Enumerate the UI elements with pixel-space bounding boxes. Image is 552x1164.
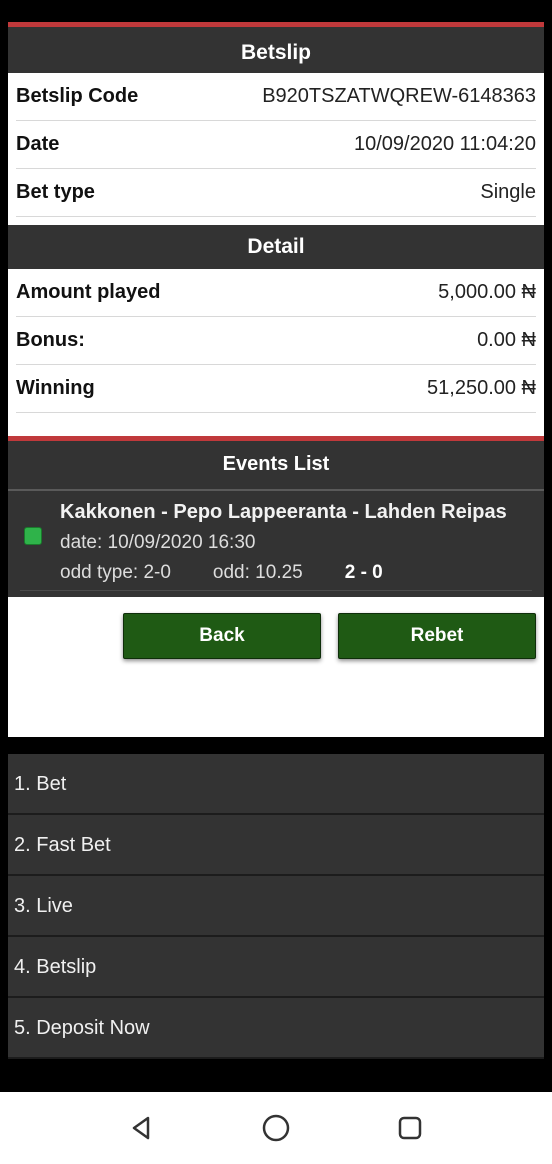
event-date: date: 10/09/2020 16:30 xyxy=(60,532,256,553)
betslip-code-row: Betslip Code B920TSZATWQREW-6148363 xyxy=(16,73,536,121)
bet-type-label: Bet type xyxy=(16,181,95,203)
winning-label: Winning xyxy=(16,377,95,399)
amount-played-label: Amount played xyxy=(16,281,161,303)
bonus-row: Bonus: 0.00 ₦ xyxy=(16,317,536,365)
event-odds: odd type: 2-0 odd: 10.25 2 - 0 xyxy=(60,562,532,584)
action-area: Back Rebet xyxy=(8,597,544,737)
amount-played-value: 5,000.00 ₦ xyxy=(438,281,536,303)
section-divider xyxy=(8,413,544,441)
bonus-value: 0.00 ₦ xyxy=(477,329,536,351)
amount-played-row: Amount played 5,000.00 ₦ xyxy=(16,269,536,317)
recent-apps-square-icon[interactable] xyxy=(396,1114,424,1142)
menu-item-fast-bet[interactable]: 2. Fast Bet xyxy=(8,815,544,876)
event-item[interactable]: Kakkonen - Pepo Lappeeranta - Lahden Rei… xyxy=(8,489,544,597)
event-content: Kakkonen - Pepo Lappeeranta - Lahden Rei… xyxy=(20,501,532,591)
date-label: Date xyxy=(16,133,60,155)
betslip-code-label: Betslip Code xyxy=(16,85,139,107)
spacer xyxy=(8,217,544,225)
winning-value: 51,250.00 ₦ xyxy=(427,377,536,399)
betslip-header: Betslip xyxy=(8,22,544,73)
event-score: 2 - 0 xyxy=(344,562,383,583)
detail-header: Detail xyxy=(8,225,544,269)
betslip-info: Betslip Code B920TSZATWQREW-6148363 Date… xyxy=(8,73,544,217)
winning-row: Winning 51,250.00 ₦ xyxy=(16,365,536,413)
bet-type-value: Single xyxy=(480,181,536,203)
bet-type-row: Bet type Single xyxy=(16,169,536,217)
date-value: 10/09/2020 11:04:20 xyxy=(353,133,536,155)
event-title: Kakkonen - Pepo Lappeeranta - Lahden Rei… xyxy=(60,501,507,523)
event-status-icon xyxy=(24,527,42,545)
events-list-header: Events List xyxy=(8,441,544,489)
home-circle-icon[interactable] xyxy=(262,1114,290,1142)
event-odd-type: odd type: 2-0 xyxy=(60,562,171,583)
bonus-label: Bonus: xyxy=(16,329,85,351)
betslip-screen: Betslip Betslip Code B920TSZATWQREW-6148… xyxy=(8,22,544,737)
date-row: Date 10/09/2020 11:04:20 xyxy=(16,121,536,169)
menu-item-betslip[interactable]: 4. Betslip xyxy=(8,937,544,998)
event-odd-value: odd: 10.25 xyxy=(212,562,303,583)
detail-info: Amount played 5,000.00 ₦ Bonus: 0.00 ₦ W… xyxy=(8,269,544,413)
menu-item-live[interactable]: 3. Live xyxy=(8,876,544,937)
menu-item-bet[interactable]: 1. Bet xyxy=(8,754,544,815)
betslip-code-value: B920TSZATWQREW-6148363 xyxy=(262,85,536,107)
rebet-button[interactable]: Rebet xyxy=(338,613,536,659)
menu-item-deposit-now[interactable]: 5. Deposit Now xyxy=(8,998,544,1059)
back-triangle-icon[interactable] xyxy=(128,1114,156,1142)
back-button[interactable]: Back xyxy=(123,613,321,659)
main-menu: 1. Bet 2. Fast Bet 3. Live 4. Betslip 5.… xyxy=(8,754,544,1059)
system-navigation-bar xyxy=(0,1092,552,1164)
